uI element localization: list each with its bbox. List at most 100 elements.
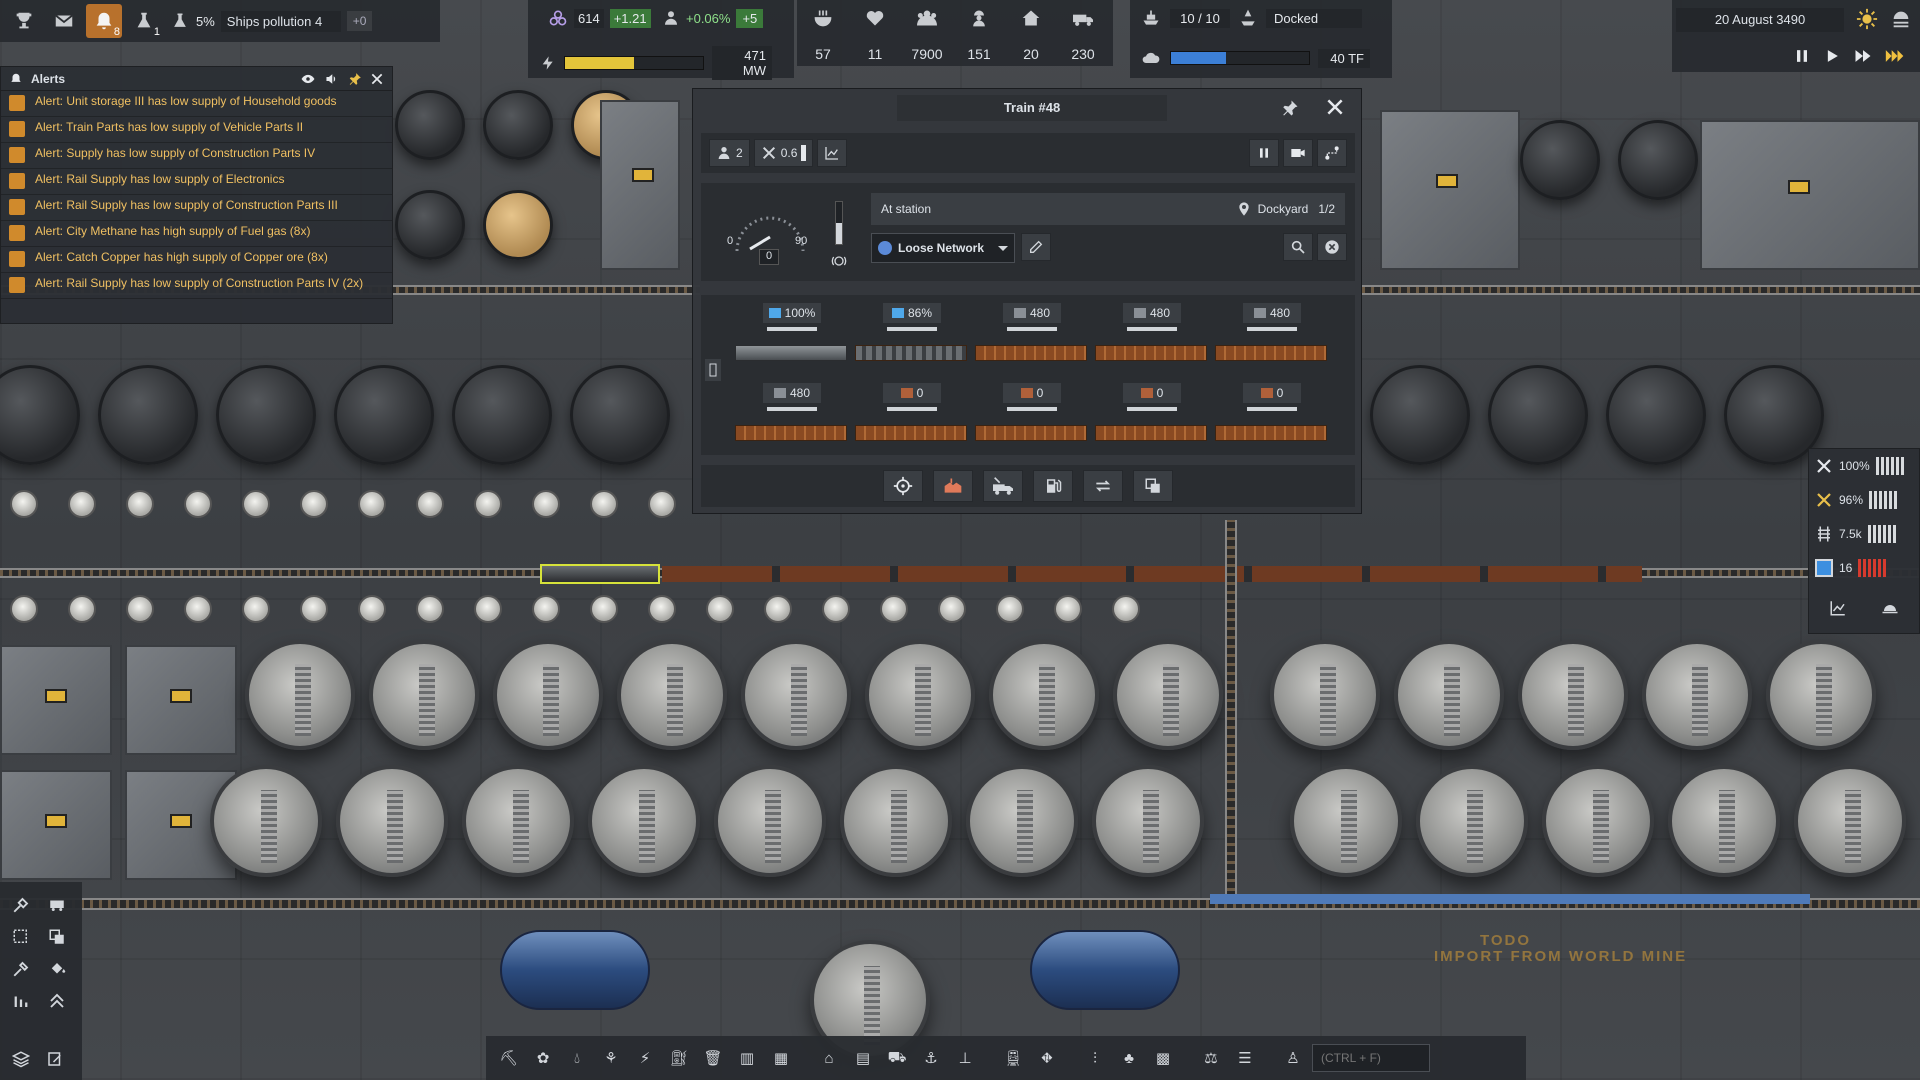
food-production-icon[interactable]: ⚘ — [596, 1043, 626, 1073]
train-wagons[interactable] — [662, 566, 1642, 582]
eye-icon[interactable] — [300, 72, 316, 86]
crew-indicator[interactable]: 2 — [709, 139, 750, 167]
play-icon[interactable] — [1822, 46, 1842, 66]
replace-button[interactable] — [1083, 470, 1123, 502]
stack-icon[interactable]: ☰ — [1230, 1043, 1260, 1073]
station-name[interactable]: Dockyard — [1258, 202, 1309, 216]
blue-resource-row[interactable]: 16 — [1809, 551, 1919, 585]
layers-icon[interactable] — [6, 1044, 36, 1074]
close-icon[interactable] — [1325, 97, 1345, 117]
maintenance-row[interactable]: 100% — [1809, 449, 1919, 483]
health-stat[interactable]: 11 — [849, 0, 901, 66]
unity-indicator[interactable]: 614 +1.21 — [548, 8, 651, 28]
mining-icon[interactable]: ⛏ — [494, 1043, 524, 1073]
alert-item[interactable]: Alert: Rail Supply has low supply of Ele… — [1, 169, 392, 195]
services-icon[interactable]: ▤ — [848, 1043, 878, 1073]
pin-icon[interactable] — [348, 72, 362, 86]
menu-icon[interactable] — [1890, 8, 1912, 30]
search-input[interactable] — [1312, 1044, 1430, 1072]
rail-signals-icon[interactable]: ⛖ — [1032, 1043, 1062, 1073]
sun-icon[interactable] — [1856, 8, 1878, 30]
train-car[interactable]: 480 — [975, 303, 1087, 367]
pollution-indicator[interactable]: 5% Ships pollution 4 +0 — [166, 10, 376, 32]
alert-item[interactable]: Alert: Rail Supply has low supply of Con… — [1, 273, 392, 299]
compute-indicator[interactable]: 40 TF — [1140, 48, 1370, 68]
copy-button[interactable] — [1133, 470, 1173, 502]
rail-row[interactable]: 7.5k — [1809, 517, 1919, 551]
network-dropdown[interactable]: Loose Network — [871, 233, 1015, 263]
messages-button[interactable] — [46, 4, 82, 38]
terrain-icon[interactable]: ▩ — [1148, 1043, 1178, 1073]
fast-forward-icon[interactable] — [1852, 46, 1874, 66]
alert-item[interactable]: Alert: Unit storage III has low supply o… — [1, 91, 392, 117]
trains-icon[interactable]: 🚆︎ — [998, 1043, 1028, 1073]
paint-icon[interactable] — [42, 954, 72, 984]
train-car[interactable]: 0 — [855, 383, 967, 447]
food-stat[interactable]: 57 — [797, 0, 849, 66]
settings-helmet-icon[interactable] — [1880, 599, 1900, 617]
vehicle-tool-icon[interactable] — [42, 890, 72, 920]
research-button[interactable]: 1 — [126, 4, 162, 38]
route-button[interactable] — [1317, 139, 1347, 167]
train-car[interactable]: 480 — [1215, 303, 1327, 367]
transport-icon[interactable]: ⊥ — [950, 1043, 980, 1073]
vehicles-stat[interactable]: 230 — [1057, 0, 1109, 66]
people-tool-icon[interactable]: ♙ — [1278, 1043, 1308, 1073]
factory-icon[interactable]: ▥ — [732, 1043, 762, 1073]
throttle-slider[interactable] — [835, 201, 843, 245]
farming-icon[interactable]: ✿ — [528, 1043, 558, 1073]
unload-button[interactable] — [983, 470, 1023, 502]
alert-item[interactable]: Alert: City Methane has high supply of F… — [1, 221, 392, 247]
train-car[interactable]: 480 — [1095, 303, 1207, 367]
brake-icon[interactable] — [831, 253, 847, 269]
refuel-button[interactable] — [1033, 470, 1073, 502]
stats-button[interactable] — [817, 139, 848, 167]
train-car[interactable]: 0 — [1215, 383, 1327, 447]
pipes-icon[interactable]: ⫶ — [1080, 1043, 1110, 1073]
select-area-icon[interactable] — [6, 922, 36, 952]
fuel-production-icon[interactable]: ⛽︎ — [664, 1043, 694, 1073]
trees-icon[interactable]: ♣ — [1114, 1043, 1144, 1073]
bulldoze-icon[interactable] — [6, 890, 36, 920]
alert-item[interactable]: Alert: Catch Copper has high supply of C… — [1, 247, 392, 273]
workers-stat[interactable]: 151 — [953, 0, 1005, 66]
power-indicator[interactable]: 471 MW — [540, 46, 772, 80]
follow-camera-button[interactable] — [1283, 139, 1313, 167]
upgrade-icon[interactable] — [42, 986, 72, 1016]
depot-button[interactable] — [933, 470, 973, 502]
pause-icon[interactable] — [1792, 46, 1812, 66]
achievements-button[interactable] — [6, 4, 42, 38]
eyedropper-icon[interactable] — [6, 954, 36, 984]
maintenance-indicator[interactable]: 0.6 — [753, 139, 814, 167]
pin-icon[interactable] — [1281, 99, 1299, 117]
train-car[interactable]: 100% — [735, 303, 847, 367]
fastest-forward-icon[interactable] — [1884, 46, 1906, 66]
notifications-button[interactable]: 8 — [86, 4, 122, 38]
population-growth-indicator[interactable]: +0.06% +5 — [662, 8, 764, 28]
speaker-icon[interactable] — [324, 72, 340, 86]
housing-stat[interactable]: 20 — [1005, 0, 1057, 66]
shipyard-status[interactable]: 10 / 10 Docked — [1140, 8, 1362, 28]
priority-icon[interactable] — [6, 986, 36, 1016]
chart-icon[interactable] — [1828, 599, 1848, 617]
storage-icon[interactable]: ▦ — [766, 1043, 796, 1073]
locate-button[interactable] — [883, 470, 923, 502]
alert-item[interactable]: Alert: Rail Supply has low supply of Con… — [1, 195, 392, 221]
train-car[interactable]: 0 — [1095, 383, 1207, 447]
collapse-handle-icon[interactable] — [705, 359, 721, 381]
clear-button[interactable] — [1317, 233, 1347, 261]
alert-item[interactable]: Alert: Supply has low supply of Construc… — [1, 143, 392, 169]
balance-icon[interactable]: ⚖ — [1196, 1043, 1226, 1073]
water-icon[interactable]: 💧︎ — [562, 1043, 592, 1073]
power-icon[interactable]: ⚡︎ — [630, 1043, 660, 1073]
alert-item[interactable]: Alert: Train Parts has low supply of Veh… — [1, 117, 392, 143]
housing-icon[interactable]: ⌂ — [814, 1043, 844, 1073]
train-car[interactable]: 86% — [855, 303, 967, 367]
vehicles-icon[interactable]: ⛟ — [882, 1043, 912, 1073]
train-car[interactable]: 0 — [975, 383, 1087, 447]
search-button[interactable] — [1283, 233, 1313, 261]
close-icon[interactable] — [370, 72, 384, 86]
population-stat[interactable]: 7900 — [901, 0, 953, 66]
copy-tool-icon[interactable] — [42, 922, 72, 952]
waste-icon[interactable]: 🗑︎ — [698, 1043, 728, 1073]
